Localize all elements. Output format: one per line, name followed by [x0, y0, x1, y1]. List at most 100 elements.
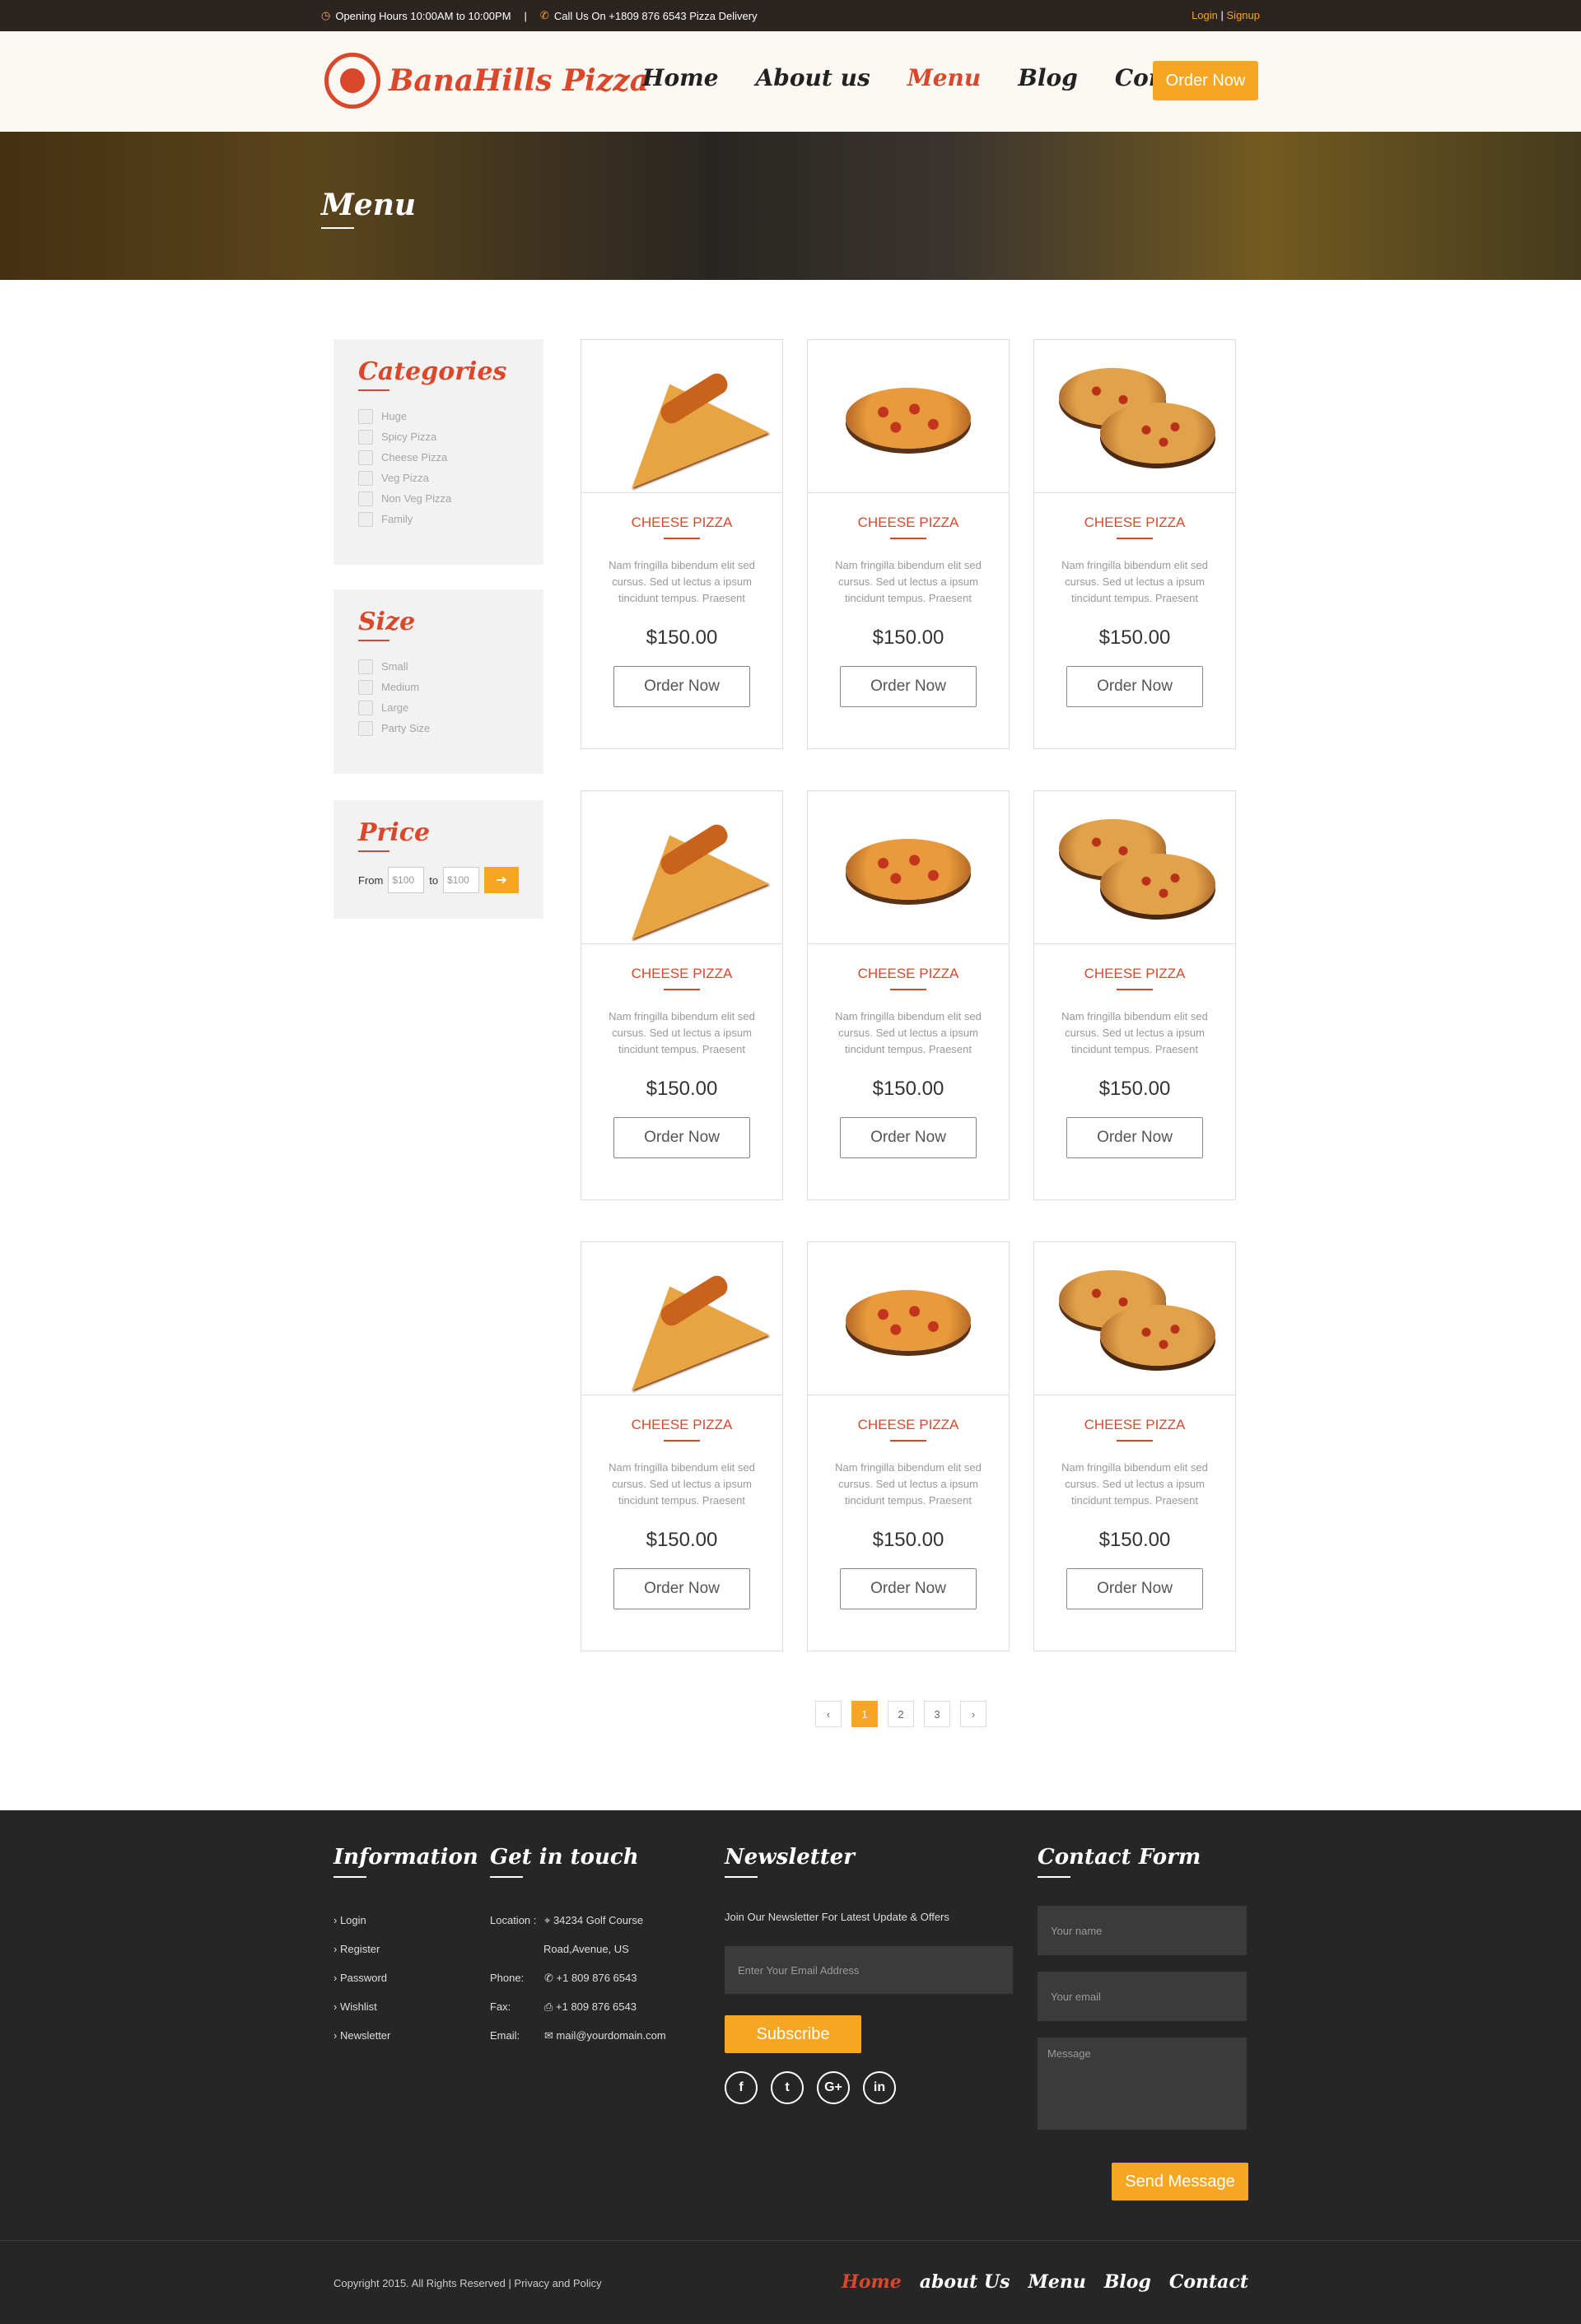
product-card[interactable]: CHEESE PIZZA Nam fringilla bibendum elit … [581, 339, 783, 749]
checkbox[interactable] [358, 491, 373, 506]
two-pizzas-image[interactable] [1034, 791, 1235, 944]
product-name[interactable]: CHEESE PIZZA [1034, 515, 1235, 531]
product-card[interactable]: CHEESE PIZZA Nam fringilla bibendum elit … [581, 790, 783, 1200]
product-card[interactable]: CHEESE PIZZA Nam fringilla bibendum elit … [1033, 339, 1236, 749]
nav-blog[interactable]: Blog [1018, 64, 1078, 91]
next-page-button[interactable]: › [960, 1701, 986, 1727]
facebook-icon[interactable]: f [725, 2071, 758, 2104]
checkbox[interactable] [358, 511, 373, 527]
fax-label: Fax: [490, 2000, 511, 2013]
pepperoni-pizza-image[interactable] [808, 1242, 1009, 1395]
widget-underline [358, 850, 389, 852]
size-option[interactable]: Large [358, 697, 519, 718]
product-price: $150.00 [1098, 1529, 1171, 1551]
nav-about[interactable]: About us [756, 64, 870, 91]
order-now-button[interactable]: Order Now [840, 666, 977, 707]
footer-nav-blog[interactable]: Blog [1104, 2271, 1151, 2293]
product-name[interactable]: CHEESE PIZZA [581, 1417, 782, 1433]
product-name[interactable]: CHEESE PIZZA [581, 515, 782, 531]
checkbox[interactable] [358, 470, 373, 486]
signup-link[interactable]: Signup [1227, 9, 1260, 21]
footer-link-newsletter[interactable]: › Newsletter [333, 2029, 478, 2058]
footer-link-register[interactable]: › Register [333, 1943, 478, 1972]
order-now-button[interactable]: Order Now [840, 1568, 977, 1609]
order-now-button[interactable]: Order Now [840, 1117, 977, 1158]
category-option[interactable]: Cheese Pizza [358, 447, 519, 468]
checkbox[interactable] [358, 408, 373, 424]
two-pizzas-image[interactable] [1034, 1242, 1235, 1395]
checkbox[interactable] [358, 429, 373, 445]
size-option[interactable]: Small [358, 656, 519, 677]
price-go-button[interactable]: ➔ [484, 867, 519, 893]
newsletter-email-input[interactable]: Enter Your Email Address [725, 1946, 1013, 1994]
size-option[interactable]: Medium [358, 677, 519, 697]
name-input[interactable]: Your name [1038, 1906, 1247, 1955]
product-description: Nam fringilla bibendum elit sed cursus. … [609, 1461, 755, 1507]
footer-nav-about[interactable]: about Us [920, 2271, 1010, 2293]
pepperoni-pizza-image[interactable] [808, 340, 1009, 493]
product-name[interactable]: CHEESE PIZZA [1034, 1417, 1235, 1433]
product-name-underline [1117, 1440, 1153, 1441]
product-card[interactable]: CHEESE PIZZA Nam fringilla bibendum elit … [1033, 790, 1236, 1200]
category-option[interactable]: Veg Pizza [358, 468, 519, 488]
product-name[interactable]: CHEESE PIZZA [581, 966, 782, 982]
nav-home[interactable]: Home [642, 64, 719, 91]
email-value[interactable]: mail@yourdomain.com [557, 2029, 666, 2058]
order-now-button[interactable]: Order Now [613, 1117, 750, 1158]
product-name[interactable]: CHEESE PIZZA [1034, 966, 1235, 982]
checkbox[interactable] [358, 700, 373, 715]
prev-page-button[interactable]: ‹ [815, 1701, 842, 1727]
login-link[interactable]: Login [1192, 9, 1218, 21]
product-card[interactable]: CHEESE PIZZA Nam fringilla bibendum elit … [807, 790, 1010, 1200]
product-name[interactable]: CHEESE PIZZA [808, 1417, 1009, 1433]
checkbox[interactable] [358, 720, 373, 736]
price-from-input[interactable]: $100 [388, 867, 425, 893]
twitter-icon[interactable]: t [771, 2071, 804, 2104]
email-input[interactable]: Your email [1038, 1972, 1247, 2021]
order-now-button[interactable]: Order Now [613, 666, 750, 707]
footer-nav-home[interactable]: Home [842, 2271, 902, 2293]
pizza-slice-image[interactable] [581, 1242, 782, 1395]
product-card[interactable]: CHEESE PIZZA Nam fringilla bibendum elit … [807, 339, 1010, 749]
send-message-button[interactable]: Send Message [1112, 2163, 1248, 2201]
page-1-button[interactable]: 1 [851, 1701, 878, 1727]
page-3-button[interactable]: 3 [924, 1701, 950, 1727]
pepperoni-pizza-image[interactable] [808, 791, 1009, 944]
footer-link-login[interactable]: › Login [333, 1914, 478, 1943]
logo[interactable]: BanaHills Pizza [324, 53, 649, 109]
size-option[interactable]: Party Size [358, 718, 519, 738]
product-name[interactable]: CHEESE PIZZA [808, 966, 1009, 982]
nav-menu[interactable]: Menu [907, 64, 982, 91]
two-pizzas-image[interactable] [1034, 340, 1235, 493]
linkedin-icon[interactable]: in [863, 2071, 896, 2104]
product-card[interactable]: CHEESE PIZZA Nam fringilla bibendum elit … [807, 1241, 1010, 1651]
size-label: Small [381, 660, 408, 673]
footer-nav-menu[interactable]: Menu [1028, 2271, 1085, 2293]
footer-link-wishlist[interactable]: › Wishlist [333, 2000, 478, 2029]
order-now-button[interactable]: Order Now [1066, 666, 1203, 707]
pizza-slice-image[interactable] [581, 340, 782, 493]
header-order-button[interactable]: Order Now [1153, 61, 1258, 100]
category-option[interactable]: Family [358, 509, 519, 529]
product-card[interactable]: CHEESE PIZZA Nam fringilla bibendum elit … [1033, 1241, 1236, 1651]
category-option[interactable]: Spicy Pizza [358, 426, 519, 447]
footer-link-password[interactable]: › Password [333, 1972, 478, 2000]
product-card[interactable]: CHEESE PIZZA Nam fringilla bibendum elit … [581, 1241, 783, 1651]
checkbox[interactable] [358, 679, 373, 695]
page-2-button[interactable]: 2 [888, 1701, 914, 1727]
price-to-input[interactable]: $100 [443, 867, 480, 893]
message-textarea[interactable]: Message [1038, 2038, 1247, 2130]
product-name[interactable]: CHEESE PIZZA [808, 515, 1009, 531]
order-now-button[interactable]: Order Now [613, 1568, 750, 1609]
subscribe-button[interactable]: Subscribe [725, 2015, 861, 2053]
pizza-slice-image[interactable] [581, 791, 782, 944]
footer-nav-contact[interactable]: Contact [1169, 2271, 1248, 2293]
checkbox[interactable] [358, 449, 373, 465]
footer-newsletter: Newsletter Join Our Newsletter For Lates… [725, 1845, 1013, 2104]
category-option[interactable]: Huge [358, 406, 519, 426]
google-plus-icon[interactable]: G+ [817, 2071, 850, 2104]
checkbox[interactable] [358, 659, 373, 674]
category-option[interactable]: Non Veg Pizza [358, 488, 519, 509]
order-now-button[interactable]: Order Now [1066, 1568, 1203, 1609]
order-now-button[interactable]: Order Now [1066, 1117, 1203, 1158]
